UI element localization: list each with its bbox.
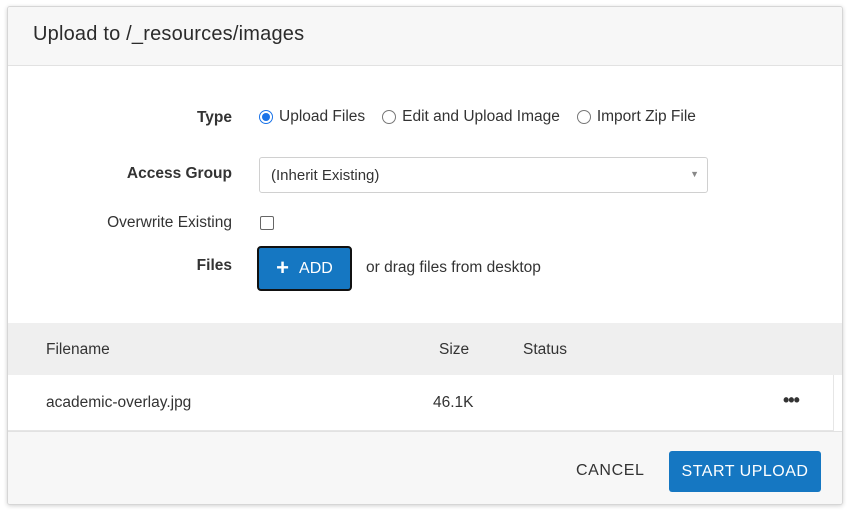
drag-hint: or drag files from desktop [366, 259, 541, 276]
access-group-select[interactable]: (Inherit Existing) ▼ [259, 157, 708, 193]
dialog-header: Upload to /_resources/images [8, 7, 842, 66]
upload-dialog: Upload to /_resources/images Type Upload… [7, 6, 843, 505]
radio-upload-files[interactable]: Upload Files [259, 108, 365, 126]
overwrite-existing-checkbox[interactable] [260, 216, 274, 230]
radio-import-zip-label: Import Zip File [596, 108, 696, 125]
more-horizontal-icon[interactable]: ••• [783, 390, 800, 411]
radio-upload-files-label: Upload Files [279, 108, 366, 125]
access-group-value: (Inherit Existing) [271, 167, 380, 184]
add-button-label: ADD [299, 259, 333, 277]
dialog-footer: CANCEL START UPLOAD [8, 431, 842, 504]
files-table-header: Filename Size Status [8, 323, 842, 375]
plus-icon: + [276, 254, 290, 280]
radio-edit-upload-image-label: Edit and Upload Image [402, 108, 560, 125]
cancel-button[interactable]: CANCEL [576, 462, 645, 480]
row-filename: academic-overlay.jpg [46, 394, 192, 411]
access-group-label: Access Group [126, 165, 232, 182]
start-upload-button[interactable]: START UPLOAD [669, 451, 821, 492]
radio-import-zip-button[interactable] [576, 110, 591, 124]
dialog-title: Upload to /_resources/images [33, 23, 305, 45]
radio-upload-files-button[interactable] [259, 110, 273, 124]
overwrite-existing-label: Overwrite Existing [107, 214, 232, 231]
row-size: 46.1K [433, 394, 474, 411]
caret-down-icon: ▼ [690, 169, 699, 179]
column-size: Size [439, 341, 470, 358]
table-row[interactable]: academic-overlay.jpg 46.1K ••• [8, 375, 834, 431]
radio-edit-upload-image-button[interactable] [382, 110, 397, 124]
type-label: Type [196, 109, 232, 126]
files-label: Files [196, 257, 232, 274]
type-radio-group: Upload Files Edit and Upload Image Impor… [259, 108, 713, 126]
radio-edit-upload-image[interactable]: Edit and Upload Image [382, 108, 560, 126]
add-files-button[interactable]: + ADD [257, 246, 352, 291]
radio-import-zip[interactable]: Import Zip File [576, 108, 696, 126]
column-filename: Filename [46, 341, 110, 358]
column-status: Status [523, 341, 567, 358]
